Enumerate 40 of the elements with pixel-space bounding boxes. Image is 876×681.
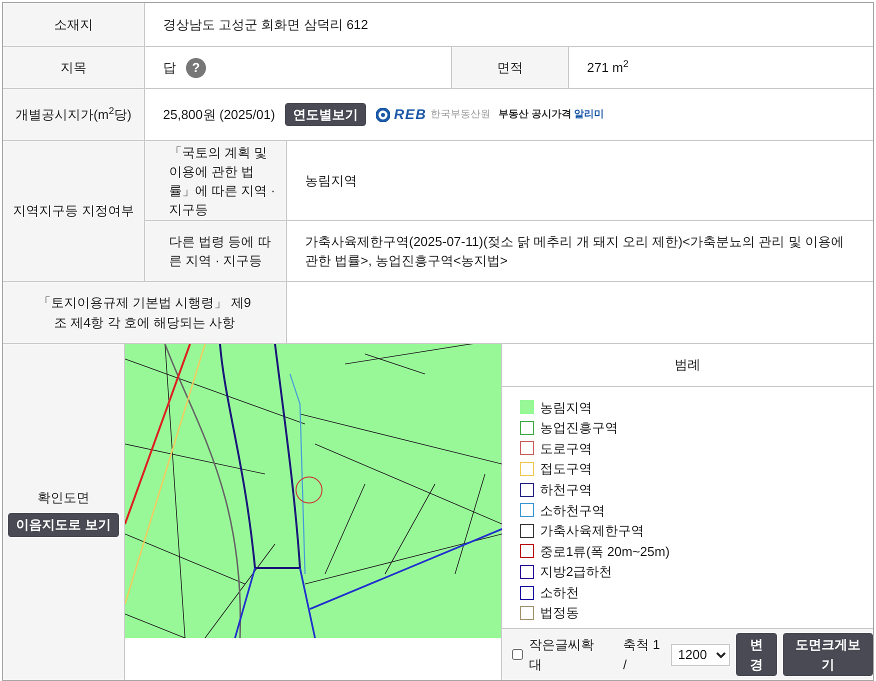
legend-label: 중로1류(폭 20m~25m) — [540, 542, 670, 561]
legend-label: 농림지역 — [540, 398, 592, 417]
legend-label: 법정동 — [540, 604, 579, 622]
help-button[interactable]: ? — [186, 58, 206, 78]
row-label: 확인도면 — [38, 488, 90, 506]
row-value: 271 m$^{2}$ — [587, 58, 629, 77]
legend-label: 지방2급하천 — [540, 563, 612, 582]
legend-label: 접도구역 — [540, 460, 592, 478]
yearly-view-button[interactable]: 연도별보기 — [285, 102, 366, 126]
logo-mark: REB — [394, 105, 427, 124]
legend-label: 소하천 — [540, 584, 579, 602]
legend-title: 범례 — [674, 356, 700, 374]
row-label: 면적 — [497, 58, 523, 77]
open-map-button[interactable]: 이음지도로 보기 — [8, 513, 119, 536]
row-label: 지목 — [60, 58, 86, 77]
legend-label: 하천구역 — [540, 480, 592, 499]
row-label: 개별공시지가(m$^{2}$당) — [16, 104, 132, 124]
enlarge-text-checkbox[interactable] — [512, 649, 523, 660]
logo-icon — [376, 108, 390, 122]
apply-button[interactable]: 변경 — [736, 633, 777, 676]
row-label: 「토지이용규제 기본법 시행령」 제9조 제4항 각 호에 해당되는 사항 — [36, 294, 252, 332]
logo-service: 부동산 공시가격 알리미 — [498, 108, 604, 122]
row-value: 가축사육제한구역(2025-07-11)(젖소 닭 메추리 개 돼지 오리 제한)<가축분뇨의 관리 및 이용에 관한 법률>, 농업진흥구역<농지법> — [305, 233, 845, 270]
row-label: 소재지 — [54, 16, 93, 34]
legend-label: 소하천구역 — [540, 502, 605, 520]
row-value: 경상남도 고성군 회화면 삼덕리 612 — [163, 16, 368, 34]
checkbox-label: 작은글씨확대 — [529, 636, 595, 674]
row-value: 농림지역 — [305, 172, 357, 190]
legend-label: 가축사육제한구역 — [540, 522, 644, 540]
legend-label: 농업진흥구역 — [540, 419, 618, 438]
scale-label: 축척 1 / — [623, 636, 661, 674]
row-label: 지역지구등 지정여부 — [13, 202, 134, 220]
row-label: 다른 법령 등에 따른 지역 · 지구등 — [169, 233, 272, 270]
scale-select[interactable]: 1200 — [671, 644, 730, 666]
legend-label: 도로구역 — [540, 440, 592, 458]
row-label: 「국토의 계획 및 이용에 관한 법률」에 따른 지역 · 지구등 — [169, 144, 276, 218]
logo-org: 한국부동산원 — [430, 108, 491, 122]
row-value: 25,800원 (2025/01) — [163, 106, 276, 124]
row-value: 답 — [163, 58, 176, 77]
enlarge-map-button[interactable]: 도면크게보기 — [782, 633, 874, 676]
